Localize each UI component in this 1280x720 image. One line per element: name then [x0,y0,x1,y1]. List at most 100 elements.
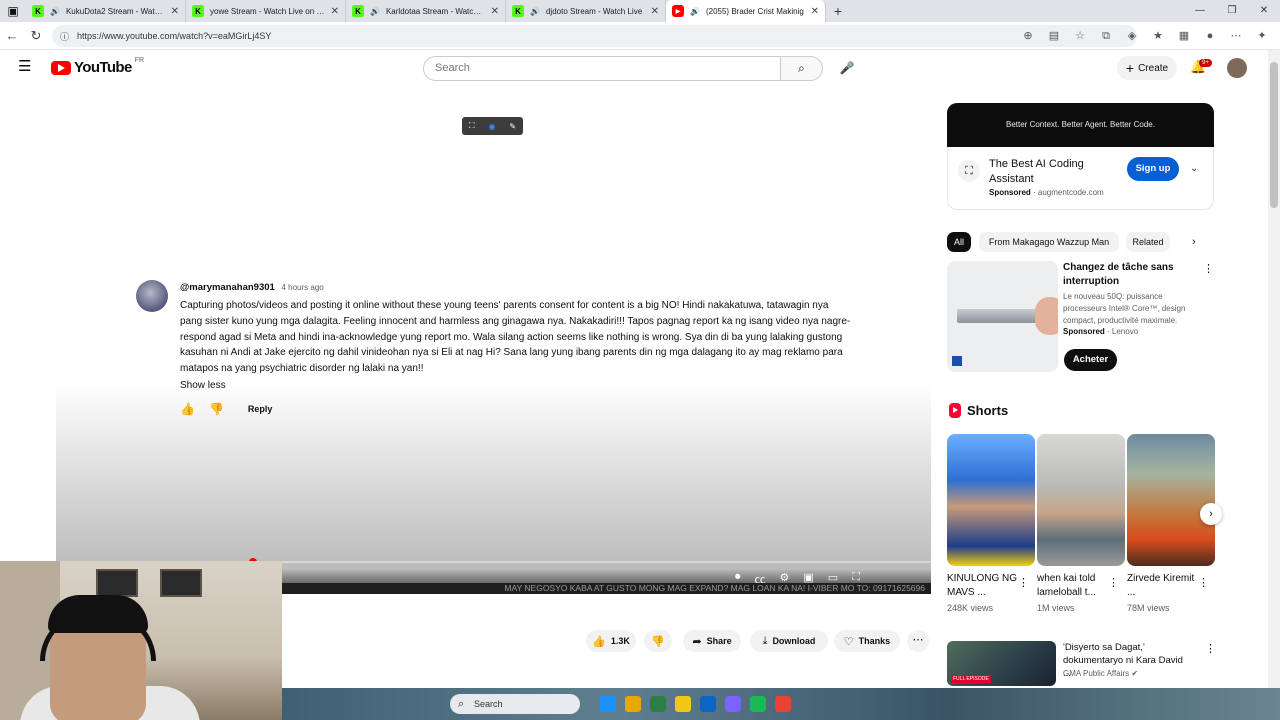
commenter-handle[interactable]: @marymanahan9301 [180,282,275,293]
taskbar-app-icon[interactable] [725,696,741,712]
close-tab-icon[interactable]: ✕ [811,6,819,17]
share-button[interactable]: ➦ Share [683,630,741,652]
taskbar-app-icon[interactable] [600,696,616,712]
favorites-icon[interactable]: ★ [1150,26,1166,46]
scrollbar-thumb[interactable] [1270,62,1278,208]
short-title[interactable]: Zirvede Kiremit ... [1127,572,1199,600]
browser-tab[interactable]: K 🔊 Karldotaa Stream - Watch Live ✕ [346,0,506,22]
close-tab-icon[interactable]: ✕ [171,6,179,17]
back-icon[interactable]: ← [0,28,24,43]
shield-icon[interactable]: ◈ [1124,26,1140,46]
like-icon[interactable]: 👍 [180,402,195,416]
search-input[interactable]: Search [423,56,781,81]
lenovo-ad-title[interactable]: Changez de tâche sans interruption [1063,261,1193,289]
kick-favicon-icon: K [192,5,204,17]
close-tab-icon[interactable]: ✕ [491,6,499,17]
search-button[interactable]: ⌕ [781,56,823,81]
ad-title[interactable]: The Best AI Coding Assistant [989,157,1109,187]
voice-search-button[interactable]: 🎤 [834,56,860,81]
chip-related[interactable]: Related [1126,232,1170,252]
chevron-down-icon[interactable]: ⌄ [1190,163,1198,174]
copilot-icon[interactable]: ✦ [1254,26,1270,46]
recommended-channel[interactable]: GMA Public Affairs ✔ [1063,669,1138,678]
taskbar-app-icon[interactable] [675,696,691,712]
taskbar-app-icon[interactable] [650,696,666,712]
show-less-button[interactable]: Show less [180,380,226,391]
close-window-icon[interactable]: ✕ [1248,0,1280,22]
account-avatar[interactable] [1227,58,1247,78]
kick-favicon-icon: K [352,5,364,17]
speaker-icon[interactable]: 🔊 [530,7,540,16]
youtube-logo[interactable]: YouTube FR [51,57,144,76]
short-thumbnail[interactable] [1037,434,1125,566]
speaker-icon[interactable]: 🔊 [370,7,380,16]
chevron-right-icon[interactable]: › [1192,236,1196,248]
comment-time[interactable]: 4 hours ago [281,283,323,292]
collections-icon[interactable]: ▦ [1176,26,1192,46]
kebab-menu-icon[interactable]: ⋮ [1198,576,1209,589]
short-views: 78M views [1127,603,1170,613]
reader-icon[interactable]: ▤ [1046,26,1062,46]
extensions-icon[interactable]: ⧉ [1098,26,1114,46]
thanks-button[interactable]: ♡ Thanks [834,630,900,652]
lenovo-ad-thumbnail[interactable] [947,261,1058,372]
share-icon: ➦ [692,635,702,648]
kebab-menu-icon[interactable]: ⋮ [1018,576,1029,589]
hand-image [1035,297,1058,335]
chip-all[interactable]: All [947,232,971,252]
site-info-icon[interactable]: ⓘ [60,30,69,43]
tab-actions-icon[interactable]: ▣ [0,0,26,22]
taskbar-app-icon[interactable] [625,696,641,712]
kebab-menu-icon[interactable]: ⋮ [1205,642,1216,655]
thumbs-down-icon: 👎 [651,635,665,648]
minimize-icon[interactable]: — [1184,0,1216,22]
dislike-button[interactable]: 👎 [644,630,672,652]
reload-icon[interactable]: ↻ [24,28,48,44]
sponsored-label: Sponsored [1063,327,1105,336]
hamburger-menu-icon[interactable]: ☰ [18,59,34,75]
close-tab-icon[interactable]: ✕ [331,6,339,17]
commenter-avatar[interactable] [136,280,168,312]
acheter-button[interactable]: Acheter [1064,349,1117,371]
new-tab-button[interactable]: + [826,3,850,19]
reply-button[interactable]: Reply [248,404,273,414]
edit-icon[interactable]: ✎ [509,122,516,131]
short-title[interactable]: when kai told lameloball t... [1037,572,1109,600]
download-button[interactable]: ⤓ Download [750,630,828,652]
crop-icon[interactable]: ⛶ [469,121,475,131]
chevron-right-icon[interactable]: › [1200,503,1222,525]
translate-icon[interactable]: ⊕ [1020,26,1036,46]
url-field[interactable]: ⓘ https://www.youtube.com/watch?v=eaMGir… [52,25,1137,47]
taskbar-app-icon[interactable] [750,696,766,712]
ad-banner[interactable]: Better Context. Better Agent. Better Cod… [947,103,1214,147]
taskbar-search[interactable]: Search [450,694,580,714]
short-thumbnail[interactable] [1127,434,1215,566]
browser-tab[interactable]: K 🔊 djdoto Stream - Watch Live ✕ [506,0,666,22]
browser-tab[interactable]: K yowe Stream - Watch Live on Kick ✕ [186,0,346,22]
more-actions-icon[interactable]: ⋯ [907,630,929,652]
browser-tab-active[interactable]: ▶ 🔊 (2055) Brader Crist Makinig ✕ [666,0,826,22]
wall-frame [160,569,202,597]
like-button[interactable]: 👍 1.3K [586,630,636,652]
create-button[interactable]: + Create [1117,56,1177,80]
browser-tab[interactable]: K 🔊 KukuDota2 Stream - Watch Live ✕ [26,0,186,22]
chip-channel[interactable]: From Makagago Wazzup Man [979,232,1119,252]
capture-icon[interactable]: ◉ [488,122,495,131]
taskbar-app-icon[interactable] [700,696,716,712]
restore-icon[interactable]: ❐ [1216,0,1248,22]
recommended-video-thumbnail[interactable]: FULL EPISODE [947,641,1056,686]
shorts-heading: Shorts [949,403,1008,418]
short-thumbnail[interactable] [947,434,1035,566]
kebab-menu-icon[interactable]: ⋮ [1203,262,1214,275]
menu-dots-icon[interactable]: ⋯ [1228,26,1244,46]
kebab-menu-icon[interactable]: ⋮ [1108,576,1119,589]
signup-button[interactable]: Sign up [1127,157,1179,181]
speaker-icon[interactable]: 🔊 [690,7,700,16]
taskbar-app-icon[interactable] [775,696,791,712]
profile-icon[interactable]: ● [1202,26,1218,46]
favorite-star-icon[interactable]: ☆ [1072,26,1088,46]
short-title[interactable]: KINULONG NG MAVS ... [947,572,1019,600]
speaker-icon[interactable]: 🔊 [50,7,60,16]
close-tab-icon[interactable]: ✕ [651,6,659,17]
dislike-icon[interactable]: 👎 [209,402,224,416]
